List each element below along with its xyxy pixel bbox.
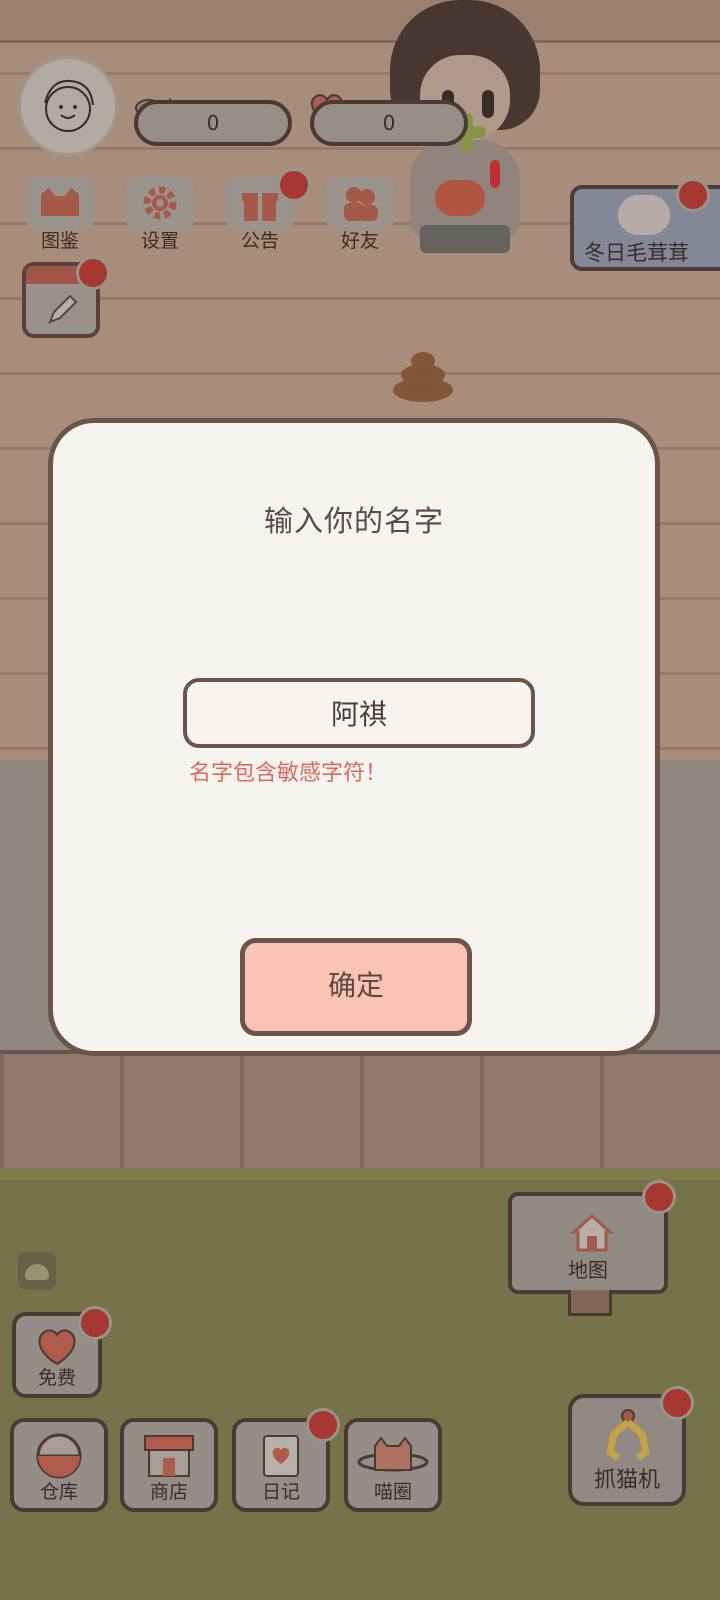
dialog-title: 输入你的名字 — [263, 504, 444, 538]
name-input[interactable] — [183, 678, 535, 748]
error-message: 名字包含敏感字符！ — [189, 761, 388, 786]
name-dialog: 输入你的名字 名字包含敏感字符！ 确定 — [48, 418, 660, 1056]
confirm-button[interactable]: 确定 — [240, 938, 472, 1036]
